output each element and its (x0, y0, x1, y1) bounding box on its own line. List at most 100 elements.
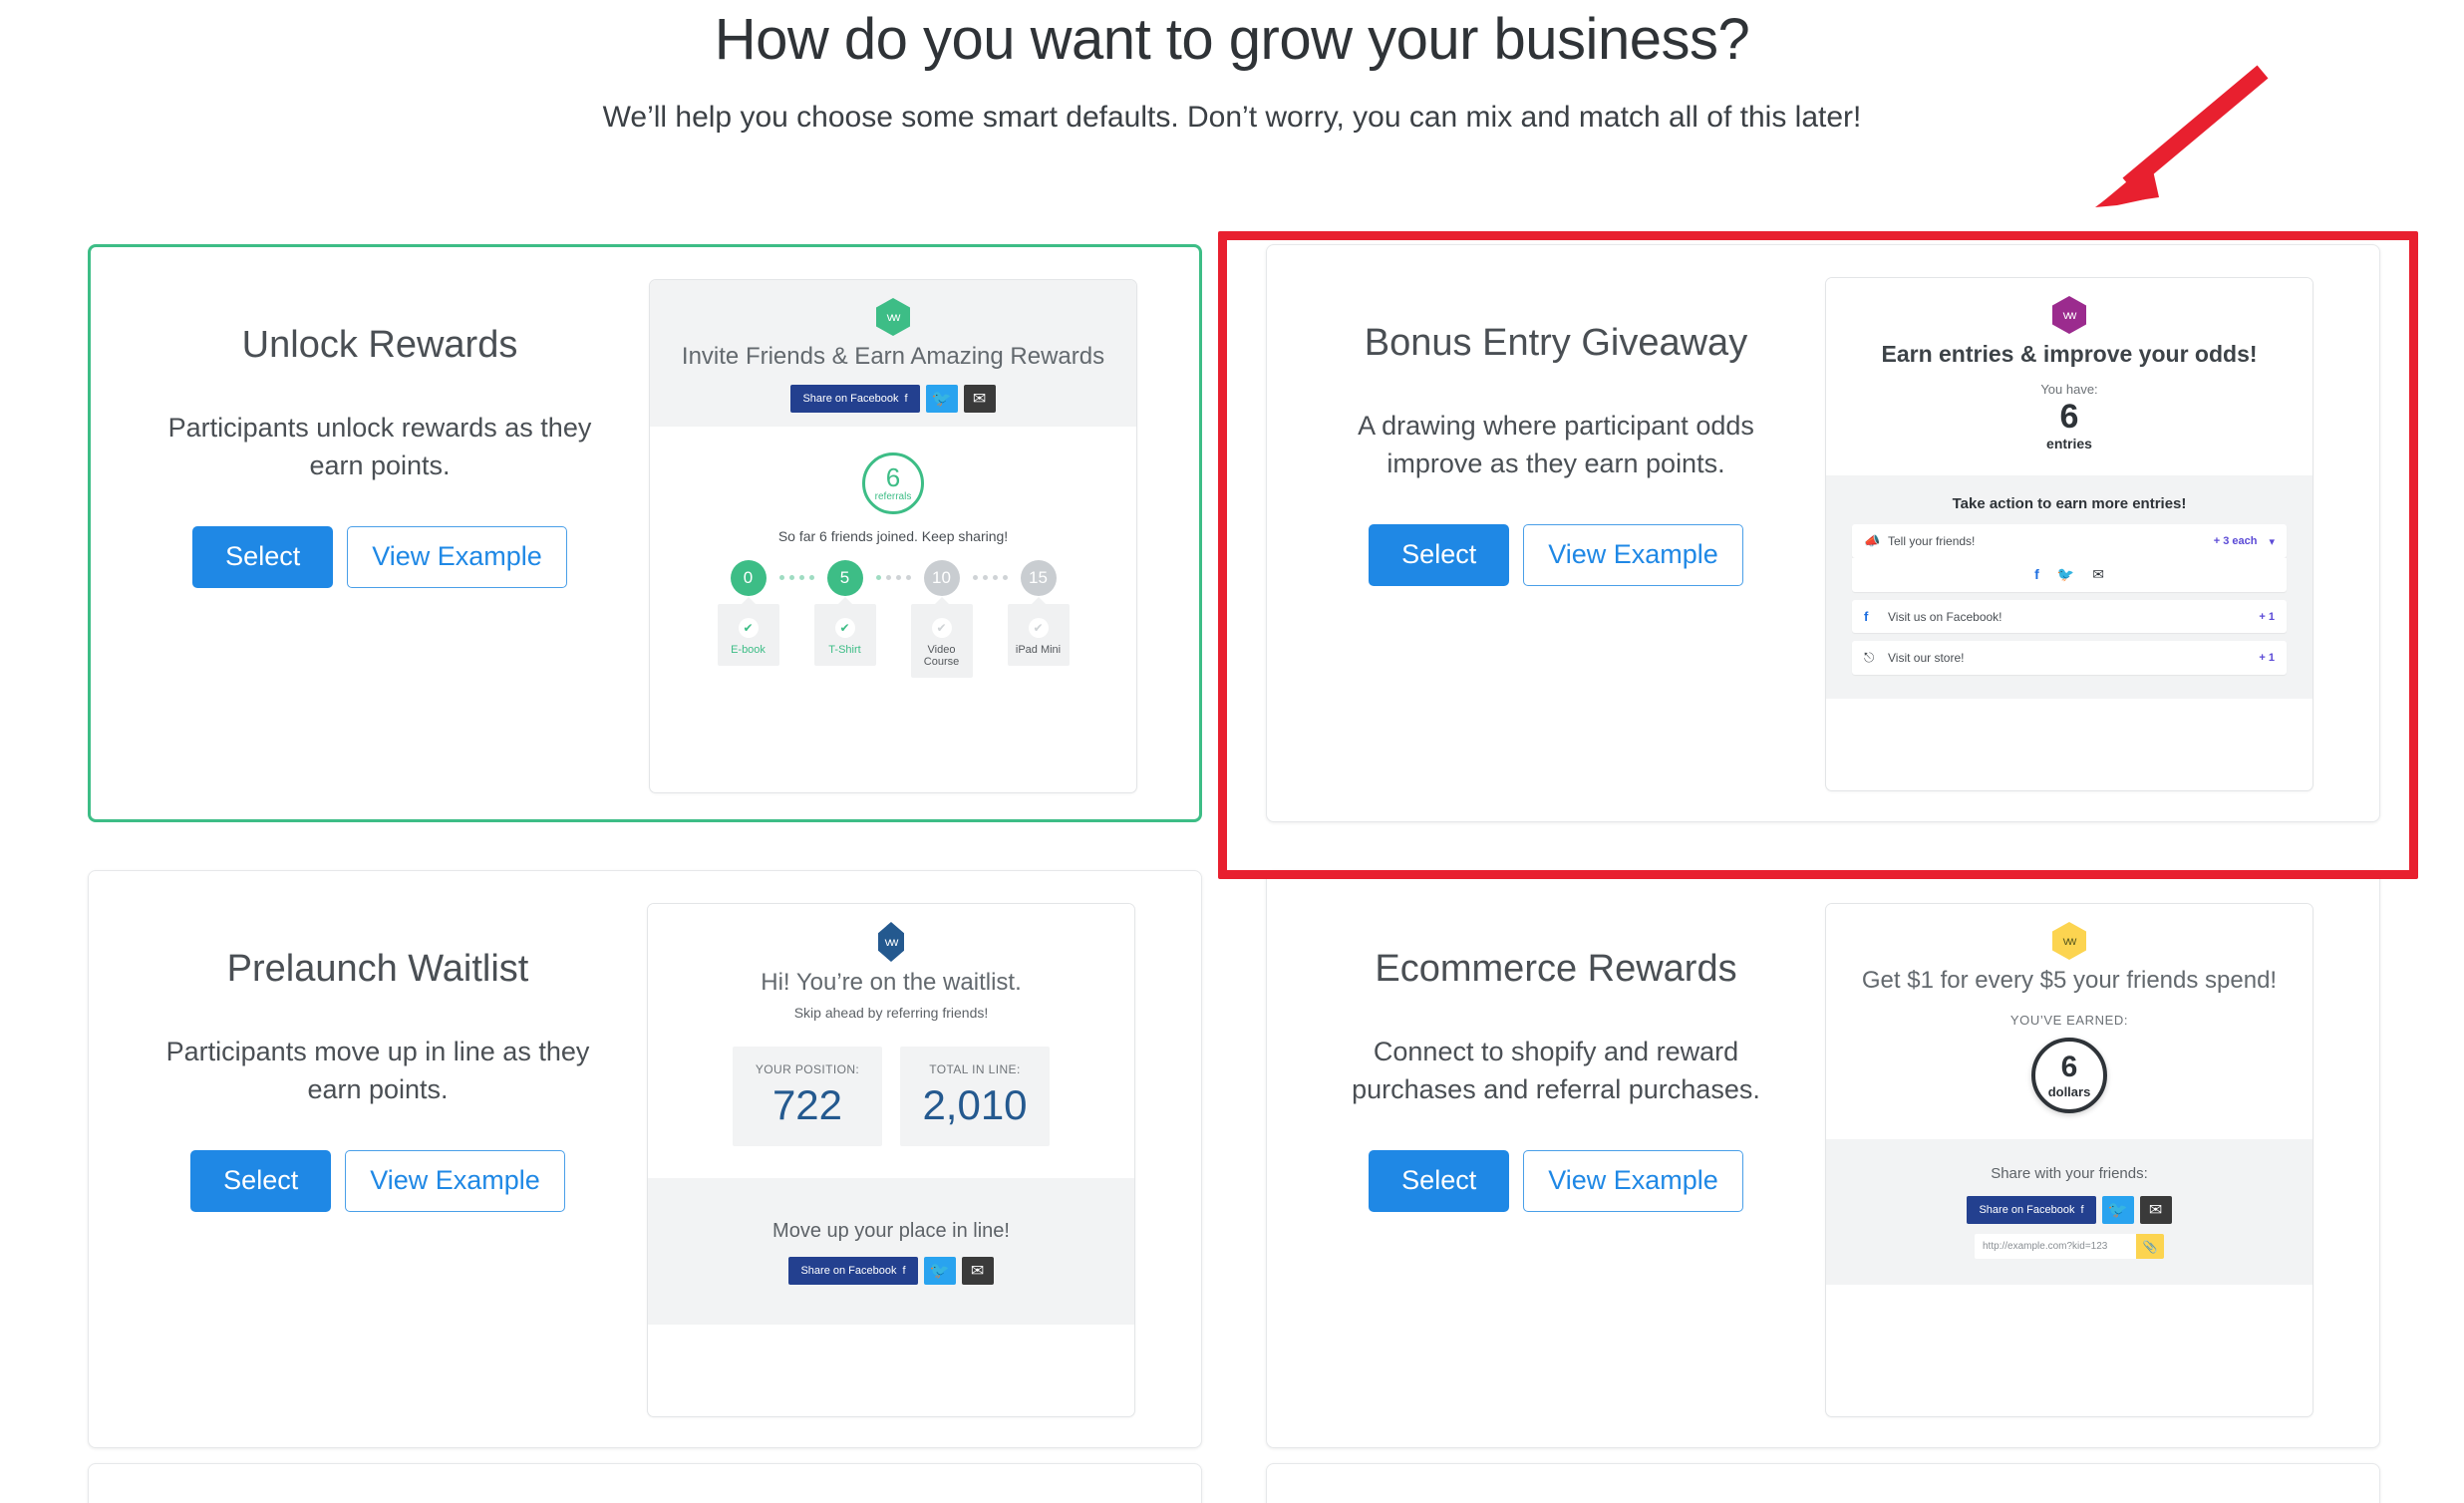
share-facebook-label: Share on Facebook (1979, 1204, 2075, 1217)
facebook-icon: f (904, 393, 908, 406)
envelope-icon: ✉ (972, 391, 987, 409)
campaign-card-ecommerce-rewards[interactable]: Ecommerce Rewards Connect to shopify and… (1266, 870, 2380, 1448)
milestone-item: 10 ✔ Video Course (910, 560, 973, 679)
copy-link-button[interactable]: 📎 (2136, 1234, 2164, 1260)
twitter-icon: 🐦 (929, 1263, 950, 1281)
action-row-visit-our-store[interactable]: ⎋ Visit our store! + 1 (1852, 641, 2287, 676)
facebook-icon[interactable]: f (2034, 566, 2039, 583)
milestone-separator (972, 560, 1008, 581)
share-facebook-label: Share on Facebook (802, 393, 899, 406)
campaign-card-partial[interactable] (1266, 1463, 2380, 1503)
card-description: Participants unlock rewards as they earn… (167, 412, 592, 480)
select-button-unlock-rewards[interactable]: Select (192, 526, 334, 588)
share-buttons: Share on Facebook f 🐦 ✉ (658, 1257, 1124, 1286)
action-points: + 3 each (2213, 535, 2258, 548)
check-icon: ✔ (834, 618, 855, 639)
preview-prelaunch-waitlist: vw Hi! You’re on the waitlist. Skip ahea… (647, 903, 1135, 1417)
select-button-prelaunch-waitlist[interactable]: Select (190, 1150, 332, 1212)
envelope-icon: ✉ (970, 1263, 985, 1281)
waitlist-stats: YOUR POSITION: 722 TOTAL IN LINE: 2,010 (664, 1047, 1118, 1168)
chevron-down-icon[interactable]: ▾ (2269, 535, 2275, 548)
share-twitter-button[interactable]: 🐦 (925, 385, 958, 414)
milestone-reward-label: T-Shirt (828, 644, 861, 657)
campaign-card-unlock-rewards[interactable]: Unlock Rewards Participants unlock rewar… (88, 244, 1202, 822)
milestone-dot: 0 (730, 560, 767, 597)
entries-caption: You have: (2040, 382, 2098, 398)
card-title: Ecommerce Rewards (1375, 948, 1737, 990)
twitter-icon[interactable]: 🐦 (2057, 566, 2074, 583)
stat-value: 2,010 (922, 1081, 1028, 1129)
action-row-tell-your-friends[interactable]: 📣 Tell your friends! + 3 each ▾ (1852, 524, 2287, 559)
share-facebook-label: Share on Facebook (800, 1265, 897, 1278)
envelope-icon: ✉ (2148, 1202, 2163, 1220)
facebook-icon: f (902, 1265, 906, 1278)
earned-amount-ring: 6 dollars (2031, 1038, 2107, 1114)
action-list: 📣 Tell your friends! + 3 each ▾ f 🐦 ✉ f (1852, 524, 2287, 676)
twitter-icon: 🐦 (931, 391, 952, 409)
campaign-type-grid: Unlock Rewards Participants unlock rewar… (88, 244, 2380, 1448)
card-title: Unlock Rewards (241, 324, 518, 366)
card-text-column: Bonus Entry Giveaway A drawing where par… (1297, 277, 1815, 586)
share-facebook-button[interactable]: Share on Facebook f (790, 385, 920, 414)
milestone-separator (778, 560, 814, 581)
check-icon: ✔ (1028, 618, 1049, 639)
select-button-bonus-entry-giveaway[interactable]: Select (1369, 524, 1510, 586)
campaign-card-prelaunch-waitlist[interactable]: Prelaunch Waitlist Participants move up … (88, 870, 1202, 1448)
view-example-button-bonus-entry-giveaway[interactable]: View Example (1523, 524, 1743, 586)
milestone-reward-label: iPad Mini (1015, 644, 1062, 657)
action-label: Visit us on Facebook! (1888, 609, 2002, 624)
card-text-column: Ecommerce Rewards Connect to shopify and… (1297, 903, 1815, 1212)
preview-headline: Hi! You’re on the waitlist. (761, 969, 1022, 996)
share-twitter-button[interactable]: 🐦 (2101, 1196, 2134, 1225)
share-facebook-button[interactable]: Share on Facebook f (788, 1257, 918, 1286)
facebook-icon: f (1864, 609, 1869, 625)
referral-link-input[interactable]: http://example.com?kid=123 (1975, 1234, 2136, 1260)
card-actions: Select View Example (121, 526, 639, 588)
campaign-card-partial[interactable] (88, 1463, 1202, 1503)
share-email-button[interactable]: ✉ (961, 1257, 994, 1286)
share-email-button[interactable]: ✉ (2139, 1196, 2172, 1225)
referral-count-label: referrals (874, 491, 912, 503)
card-title: Bonus Entry Giveaway (1364, 322, 1748, 364)
card-title: Prelaunch Waitlist (226, 948, 529, 990)
progress-text: So far 6 friends joined. Keep sharing! (777, 528, 1009, 545)
preview-unlock-rewards: vw Invite Friends & Earn Amazing Rewards… (649, 279, 1137, 793)
next-row-partial (88, 1463, 2380, 1503)
take-action-title: Take action to earn more entries! (1952, 495, 2187, 513)
milestone-reward-card: ✔ iPad Mini (1007, 604, 1070, 667)
page-subtitle: We’ll help you choose some smart default… (602, 100, 1862, 134)
page-title: How do you want to grow your business? (714, 7, 1750, 72)
action-label: Visit our store! (1888, 651, 1965, 666)
view-example-button-unlock-rewards[interactable]: View Example (347, 526, 567, 588)
preview-actions-section: Take action to earn more entries! 📣 Tell… (1826, 475, 2312, 700)
preview-subhead: Skip ahead by referring friends! (793, 1005, 989, 1022)
milestone-item: 0 ✔ E-book (717, 560, 779, 667)
megaphone-icon: 📣 (1864, 533, 1881, 549)
stat-value: 722 (771, 1081, 843, 1129)
check-icon: ✔ (738, 618, 759, 639)
entries-unit-label: entries (2046, 436, 2092, 452)
milestone-reward-card: ✔ T-Shirt (813, 604, 876, 667)
preview-progress-section: 6 referrals So far 6 friends joined. Kee… (650, 427, 1136, 688)
campaign-card-bonus-entry-giveaway[interactable]: Bonus Entry Giveaway A drawing where par… (1266, 244, 2380, 822)
share-facebook-button[interactable]: Share on Facebook f (1967, 1196, 2096, 1225)
envelope-icon[interactable]: ✉ (2092, 566, 2104, 583)
milestone-reward-label: E-book (731, 644, 766, 657)
referral-link-row: http://example.com?kid=123 📎 (1836, 1234, 2303, 1260)
share-email-button[interactable]: ✉ (963, 385, 996, 414)
select-button-ecommerce-rewards[interactable]: Select (1369, 1150, 1510, 1212)
card-text-column: Unlock Rewards Participants unlock rewar… (121, 279, 639, 588)
share-twitter-button[interactable]: 🐦 (923, 1257, 956, 1286)
milestone-reward-label: Video Course (923, 644, 960, 669)
view-example-button-ecommerce-rewards[interactable]: View Example (1523, 1150, 1743, 1212)
milestone-item: 5 ✔ T-Shirt (813, 560, 876, 667)
share-buttons: Share on Facebook f 🐦 ✉ (666, 385, 1120, 414)
action-row-visit-us-on-facebook[interactable]: f Visit us on Facebook! + 1 (1852, 600, 2287, 634)
milestone-dot: 10 (923, 560, 960, 597)
view-example-button-prelaunch-waitlist[interactable]: View Example (345, 1150, 565, 1212)
card-actions: Select View Example (1297, 1150, 1815, 1212)
milestone-reward-card: ✔ Video Course (910, 604, 973, 679)
preview-ecommerce-rewards: vw Get $1 for every $5 your friends spen… (1825, 903, 2313, 1417)
milestone-dot: 5 (826, 560, 863, 597)
milestone-dot: 15 (1020, 560, 1057, 597)
